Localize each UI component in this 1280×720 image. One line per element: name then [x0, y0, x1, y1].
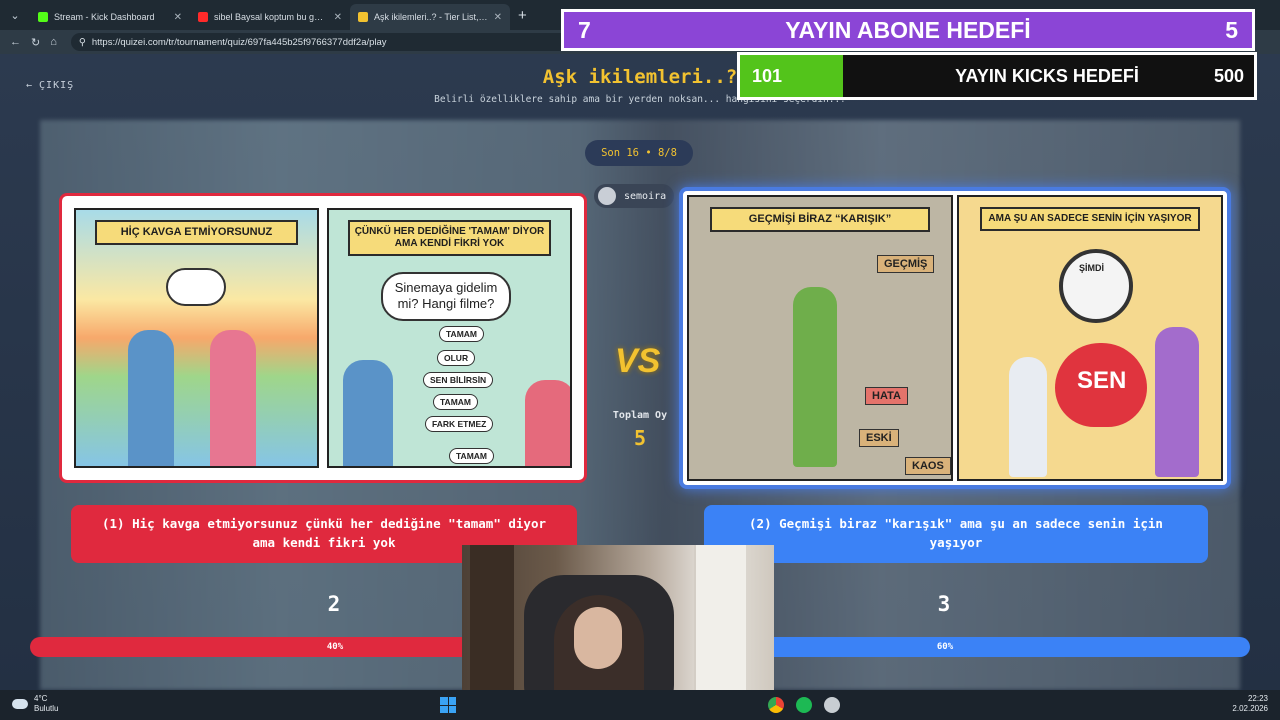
- reload-icon[interactable]: ↻: [31, 36, 40, 49]
- comic-panel-2: ÇÜNKÜ HER DEDİĞİNE 'TAMAM' DİYOR AMA KEN…: [327, 208, 572, 468]
- faceless-figure: [525, 380, 570, 466]
- comic-panel-1: HİÇ KAVGA ETMİYORSUNUZ: [74, 208, 319, 468]
- woman-figure: [210, 330, 256, 466]
- back-icon[interactable]: ←: [10, 36, 21, 48]
- address-bar[interactable]: ⚲ https://quizei.com/tr/tournament/quiz/…: [70, 33, 631, 51]
- total-votes-value: 5: [633, 426, 647, 450]
- windows-taskbar: 4°C Bulutlu 22:23 2.02.2026: [0, 690, 1280, 720]
- option-card-right[interactable]: GEÇMİŞİ BİRAZ “KARIŞIK” GEÇMİŞ HATA ESKİ…: [679, 187, 1231, 489]
- quizei-favicon-icon: [358, 12, 368, 22]
- weather-condition: Bulutlu: [34, 704, 59, 713]
- streamer-face: [574, 607, 622, 669]
- vs-icon: VS: [615, 342, 661, 380]
- subscriber-goal-widget: 7 YAYIN ABONE HEDEFİ 5: [561, 9, 1255, 51]
- temperature: 4°C: [34, 694, 48, 703]
- vote-percent-right: 60%: [936, 642, 954, 652]
- reply-tag: TAMAM: [449, 448, 494, 464]
- man-figure: [793, 287, 837, 467]
- windows-start-icon[interactable]: [440, 697, 456, 713]
- clock-label: ŞİMDİ: [1079, 263, 1105, 273]
- comic-panel-3: GEÇMİŞİ BİRAZ “KARIŞIK” GEÇMİŞ HATA ESKİ…: [687, 195, 953, 481]
- new-tab-icon[interactable]: +: [518, 7, 527, 24]
- kicks-goal-title: YAYIN KICKS HEDEFİ: [955, 65, 1139, 86]
- man-figure: [128, 330, 174, 466]
- close-icon[interactable]: ✕: [494, 12, 502, 23]
- comic-banner: HİÇ KAVGA ETMİYORSUNUZ: [95, 220, 298, 246]
- box-label: HATA: [865, 387, 908, 405]
- option-card-left[interactable]: HİÇ KAVGA ETMİYORSUNUZ ÇÜNKÜ HER DEDİĞİN…: [59, 193, 587, 483]
- box-label: KAOS: [905, 457, 951, 475]
- username: semoira: [624, 190, 667, 202]
- comic-panel-4: AMA ŞU AN SADECE SENİN İÇİN YAŞIYOR ŞİMD…: [957, 195, 1223, 481]
- close-icon[interactable]: ✕: [334, 12, 342, 23]
- comic-banner: AMA ŞU AN SADECE SENİN İÇİN YAŞIYOR: [979, 207, 1201, 231]
- cloud-thought: [166, 268, 226, 306]
- browser-tab-1[interactable]: sibel Baysal koptum bu gece - You ✕: [190, 4, 350, 30]
- browser-tab-2[interactable]: Aşk ikilemleri..? - Tier List, Kör Sıral…: [350, 4, 510, 30]
- tab-title: Stream - Kick Dashboard: [54, 12, 155, 22]
- past-sign: GEÇMİŞ: [877, 255, 935, 273]
- home-icon[interactable]: ⌂: [50, 36, 57, 48]
- avatar: [598, 187, 616, 205]
- weather-text: 4°C Bulutlu: [34, 694, 58, 714]
- choice-button-right[interactable]: (2) Geçmişi biraz "karışık" ama şu an sa…: [704, 505, 1208, 563]
- clock-icon: [1059, 249, 1133, 323]
- comic-banner: ÇÜNKÜ HER DEDİĞİNE 'TAMAM' DİYOR AMA KEN…: [348, 220, 551, 256]
- kicks-goal-target: 500: [1213, 65, 1244, 86]
- kicks-goal-widget: 101 YAYIN KICKS HEDEFİ 500: [737, 52, 1257, 100]
- reply-tag: SEN BİLİRSİN: [423, 372, 494, 388]
- kicks-goal-current: 101: [752, 65, 783, 86]
- man-figure: [343, 360, 393, 466]
- heart-label: SEN: [1077, 367, 1127, 394]
- app-icon[interactable]: [824, 697, 840, 713]
- reply-tag: TAMAM: [439, 326, 484, 342]
- system-clock[interactable]: 22:23 2.02.2026: [1232, 694, 1268, 715]
- clock-date: 2.02.2026: [1232, 704, 1268, 714]
- youtube-favicon-icon: [198, 12, 208, 22]
- site-info-icon[interactable]: ⚲: [79, 37, 86, 48]
- weather-widget[interactable]: 4°C Bulutlu: [12, 694, 58, 714]
- close-icon[interactable]: ✕: [174, 12, 182, 23]
- round-badge: Son 16 • 8/8: [585, 140, 693, 166]
- vote-count-left: 2: [327, 592, 341, 616]
- reply-tag: FARK ETMEZ: [425, 416, 494, 432]
- reply-tag: TAMAM: [433, 394, 478, 410]
- comic-banner: GEÇMİŞİ BİRAZ “KARIŞIK”: [709, 207, 931, 233]
- chrome-icon[interactable]: [768, 697, 784, 713]
- clock-time: 22:23: [1247, 694, 1268, 703]
- sub-goal-target: 5: [1225, 16, 1238, 43]
- browser-tab-0[interactable]: Stream - Kick Dashboard ✕: [30, 4, 190, 30]
- tab-title: sibel Baysal koptum bu gece - You: [214, 12, 328, 22]
- vote-percent-left: 40%: [326, 642, 344, 652]
- reply-tag: OLUR: [437, 350, 476, 366]
- woman-figure: [1155, 327, 1199, 477]
- tab-menu-icon[interactable]: ⌄: [0, 0, 30, 30]
- tab-title: Aşk ikilemleri..? - Tier List, Kör Sıral: [374, 12, 488, 22]
- total-votes-label: Toplam Oy: [612, 410, 668, 421]
- spotify-icon[interactable]: [796, 697, 812, 713]
- man-figure: [1009, 357, 1047, 477]
- cloud-icon: [12, 699, 28, 709]
- user-chip: semoira: [594, 184, 675, 208]
- url-text: https://quizei.com/tr/tournament/quiz/69…: [91, 36, 387, 48]
- vote-count-right: 3: [937, 592, 951, 616]
- kick-favicon-icon: [38, 12, 48, 22]
- speech-bubble: Sinemaya gidelim mi? Hangi filme?: [381, 272, 511, 321]
- box-label: ESKİ: [859, 429, 899, 447]
- sub-goal-current: 7: [578, 16, 591, 43]
- sub-goal-title: YAYIN ABONE HEDEFİ: [785, 16, 1031, 43]
